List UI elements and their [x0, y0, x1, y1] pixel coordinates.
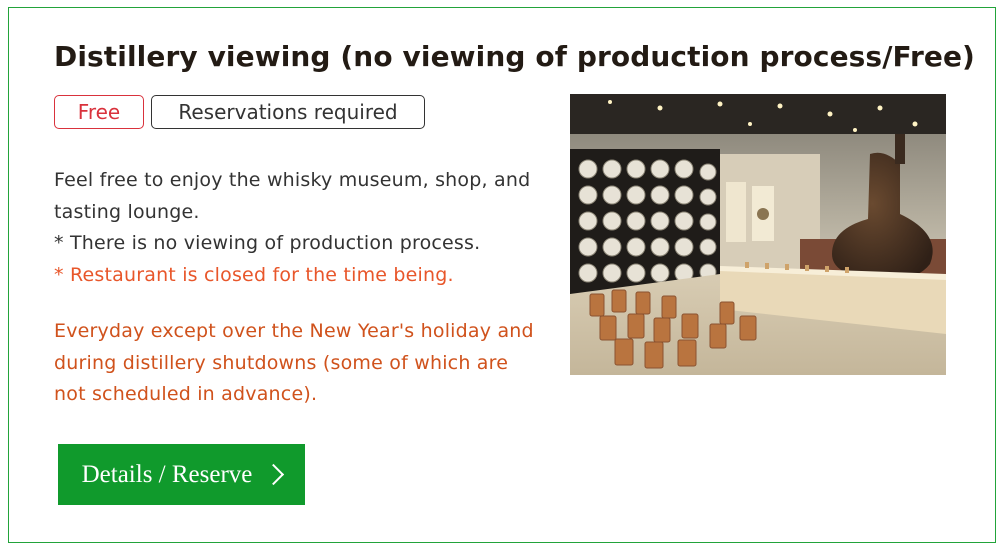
free-badge: Free: [54, 95, 144, 129]
no-production-viewing-note: * There is no viewing of production proc…: [54, 232, 481, 254]
distillery-photo: [570, 94, 946, 375]
description: Feel free to enjoy the whisky museum, sh…: [54, 165, 534, 291]
schedule-text: Everyday except over the New Year's holi…: [54, 320, 534, 405]
restaurant-closed-note: * Restaurant is closed for the time bein…: [54, 263, 454, 286]
distillery-tour-card: Distillery viewing (no viewing of produc…: [8, 7, 996, 543]
details-reserve-label: Details / Reserve: [81, 460, 253, 488]
card-title: Distillery viewing (no viewing of produc…: [54, 40, 975, 73]
badge-group: Free Reservations required: [54, 95, 425, 129]
chevron-right-icon: [263, 463, 285, 486]
description-text: Feel free to enjoy the whisky museum, sh…: [54, 169, 531, 223]
details-reserve-button[interactable]: Details / Reserve: [58, 444, 305, 505]
reservation-required-badge: Reservations required: [151, 95, 425, 129]
